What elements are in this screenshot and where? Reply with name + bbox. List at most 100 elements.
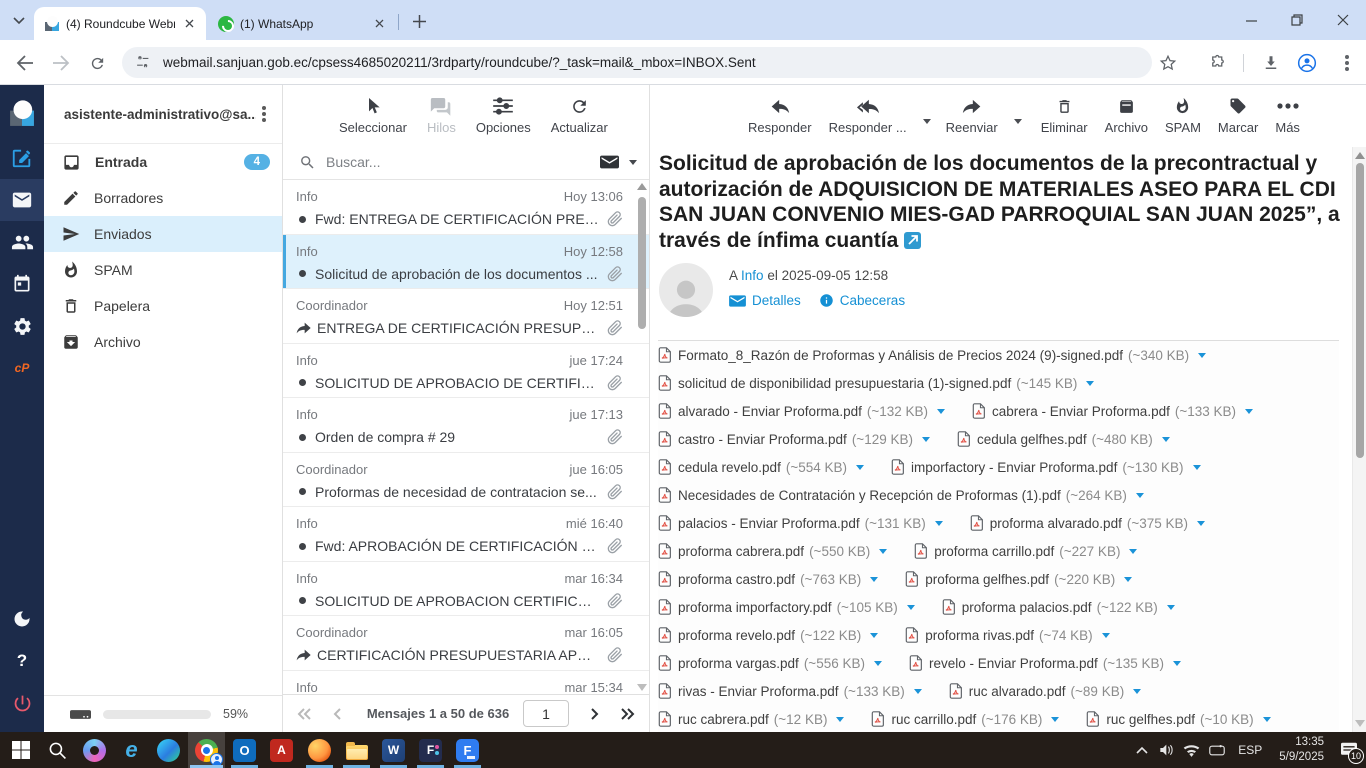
attachment[interactable]: proforma carrillo.pdf (~227 KB) [914, 543, 1137, 559]
settings-nav-button[interactable] [0, 305, 44, 347]
firefox-button[interactable] [301, 732, 338, 768]
tab-close-icon[interactable] [181, 15, 198, 32]
restore-icon[interactable] [1274, 0, 1320, 40]
attachment-menu-caret[interactable] [879, 549, 887, 554]
cortana-button[interactable] [76, 732, 113, 768]
wifi-icon[interactable] [1179, 732, 1204, 768]
attachment-menu-caret[interactable] [870, 633, 878, 638]
reply-all-button[interactable]: Responder ... [829, 95, 919, 135]
search-options-caret[interactable] [629, 160, 637, 165]
close-window-icon[interactable] [1320, 0, 1366, 40]
forward-button[interactable] [48, 50, 74, 76]
tab-roundcube[interactable]: (4) Roundcube Webmail :: Envia [34, 7, 206, 40]
calendar-nav-button[interactable] [0, 263, 44, 305]
fes-app-button[interactable]: F [412, 732, 449, 768]
list-scrollbar[interactable] [636, 183, 648, 691]
attachment-menu-caret[interactable] [1198, 353, 1206, 358]
attachment-menu-caret[interactable] [856, 465, 864, 470]
reload-button[interactable] [84, 50, 110, 76]
edge-button[interactable] [150, 732, 187, 768]
forward-menu-caret[interactable] [1014, 119, 1022, 124]
chrome-button[interactable] [188, 732, 225, 768]
attachment-menu-caret[interactable] [914, 689, 922, 694]
headers-link[interactable]: Cabeceras [819, 293, 905, 308]
attachment[interactable]: ruc carrillo.pdf (~176 KB) [871, 711, 1059, 727]
dark-mode-icon[interactable] [0, 598, 44, 640]
attachment-menu-caret[interactable] [935, 521, 943, 526]
last-page-icon[interactable] [621, 708, 635, 720]
back-button[interactable] [12, 50, 38, 76]
minimize-icon[interactable] [1228, 0, 1274, 40]
scroll-up-icon[interactable] [637, 183, 647, 190]
attachment-menu-caret[interactable] [922, 437, 930, 442]
attachment-menu-caret[interactable] [1136, 493, 1144, 498]
attachment[interactable]: alvarado - Enviar Proforma.pdf (~132 KB) [658, 403, 945, 419]
attachment-menu-caret[interactable] [1162, 437, 1170, 442]
attachment-menu-caret[interactable] [1102, 633, 1110, 638]
attachment-menu-caret[interactable] [1124, 577, 1132, 582]
mail-nav-button[interactable] [0, 179, 44, 221]
attachment[interactable]: Necesidades de Contratación y Recepción … [658, 487, 1144, 503]
folder-entrada[interactable]: Entrada 4 [44, 144, 282, 180]
first-page-icon[interactable] [297, 708, 311, 720]
attachment[interactable]: rivas - Enviar Proforma.pdf (~133 KB) [658, 683, 922, 699]
attachment[interactable]: solicitud de disponibilidad presupuestar… [658, 375, 1094, 391]
attachment-menu-caret[interactable] [874, 661, 882, 666]
recipient-link[interactable]: Info [741, 268, 764, 283]
reply-all-menu-caret[interactable] [923, 119, 931, 124]
new-tab-button[interactable] [408, 10, 430, 32]
message-list-item[interactable]: Info mar 15:34 [283, 671, 649, 695]
attachment-menu-caret[interactable] [1051, 717, 1059, 722]
acrobat-button[interactable]: A [263, 732, 300, 768]
message-list-item[interactable]: Coordinador Hoy 12:51 ENTREGA DE CERTIFI… [283, 289, 649, 344]
tab-search-button[interactable] [8, 10, 30, 32]
attachment[interactable]: proforma revelo.pdf (~122 KB) [658, 627, 878, 643]
tab-whatsapp[interactable]: (1) WhatsApp [208, 7, 396, 40]
attachment[interactable]: proforma palacios.pdf (~122 KB) [942, 599, 1175, 615]
attachment[interactable]: imporfactory - Enviar Proforma.pdf (~130… [891, 459, 1201, 475]
attachment[interactable]: cedula revelo.pdf (~554 KB) [658, 459, 864, 475]
attachment-menu-caret[interactable] [937, 409, 945, 414]
language-indicator[interactable]: ESP [1229, 743, 1271, 757]
attachment[interactable]: ruc gelfhes.pdf (~10 KB) [1086, 711, 1270, 727]
attachment[interactable]: castro - Enviar Proforma.pdf (~129 KB) [658, 431, 930, 447]
word-button[interactable]: W [375, 732, 412, 768]
message-list-item[interactable]: Info mar 16:34 SOLICITUD DE APROBACION C… [283, 562, 649, 617]
attachment-menu-caret[interactable] [907, 605, 915, 610]
scrollbar-thumb[interactable] [638, 197, 646, 329]
threads-button[interactable]: Hilos [427, 95, 456, 135]
attachment-menu-caret[interactable] [1133, 689, 1141, 694]
attachment[interactable]: palacios - Enviar Proforma.pdf (~131 KB) [658, 515, 943, 531]
folder-enviados[interactable]: Enviados [44, 216, 282, 252]
taskbar-search-button[interactable] [39, 732, 76, 768]
more-button[interactable]: Más [1275, 95, 1300, 135]
attachment[interactable]: cabrera - Enviar Proforma.pdf (~133 KB) [972, 403, 1253, 419]
account-menu-icon[interactable] [262, 112, 266, 116]
details-link[interactable]: Detalles [729, 293, 801, 308]
attachment[interactable]: ruc alvarado.pdf (~89 KB) [949, 683, 1141, 699]
attachment[interactable]: Formato_8_Razón de Proformas y Análisis … [658, 347, 1206, 363]
folder-archivo[interactable]: Archivo [44, 324, 282, 360]
scroll-down-icon[interactable] [1355, 720, 1365, 727]
main-scrollbar[interactable] [1352, 147, 1366, 732]
outlook-button[interactable]: O [226, 732, 263, 768]
bookmark-star-icon[interactable] [1155, 50, 1181, 76]
attachment-menu-caret[interactable] [1245, 409, 1253, 414]
clock[interactable]: 13:35 5/9/2025 [1271, 735, 1332, 765]
attachment-menu-caret[interactable] [1129, 549, 1137, 554]
scroll-down-icon[interactable] [637, 684, 647, 691]
archive-button[interactable]: Archivo [1105, 95, 1148, 135]
tray-expand-icon[interactable] [1129, 732, 1154, 768]
folder-borradores[interactable]: Borradores [44, 180, 282, 216]
cast-screen-icon[interactable] [1204, 732, 1229, 768]
start-button[interactable] [2, 732, 39, 768]
scrollbar-thumb[interactable] [1356, 163, 1364, 458]
options-button[interactable]: Opciones [476, 95, 531, 135]
attachment-menu-caret[interactable] [1167, 605, 1175, 610]
message-list-item[interactable]: Coordinador jue 16:05 Proformas de neces… [283, 453, 649, 508]
help-button[interactable]: ? [0, 640, 44, 682]
mark-button[interactable]: Marcar [1218, 95, 1258, 135]
forms-app-button[interactable]: F [449, 732, 486, 768]
search-scope-mail-icon[interactable] [600, 154, 619, 170]
folder-spam[interactable]: SPAM [44, 252, 282, 288]
